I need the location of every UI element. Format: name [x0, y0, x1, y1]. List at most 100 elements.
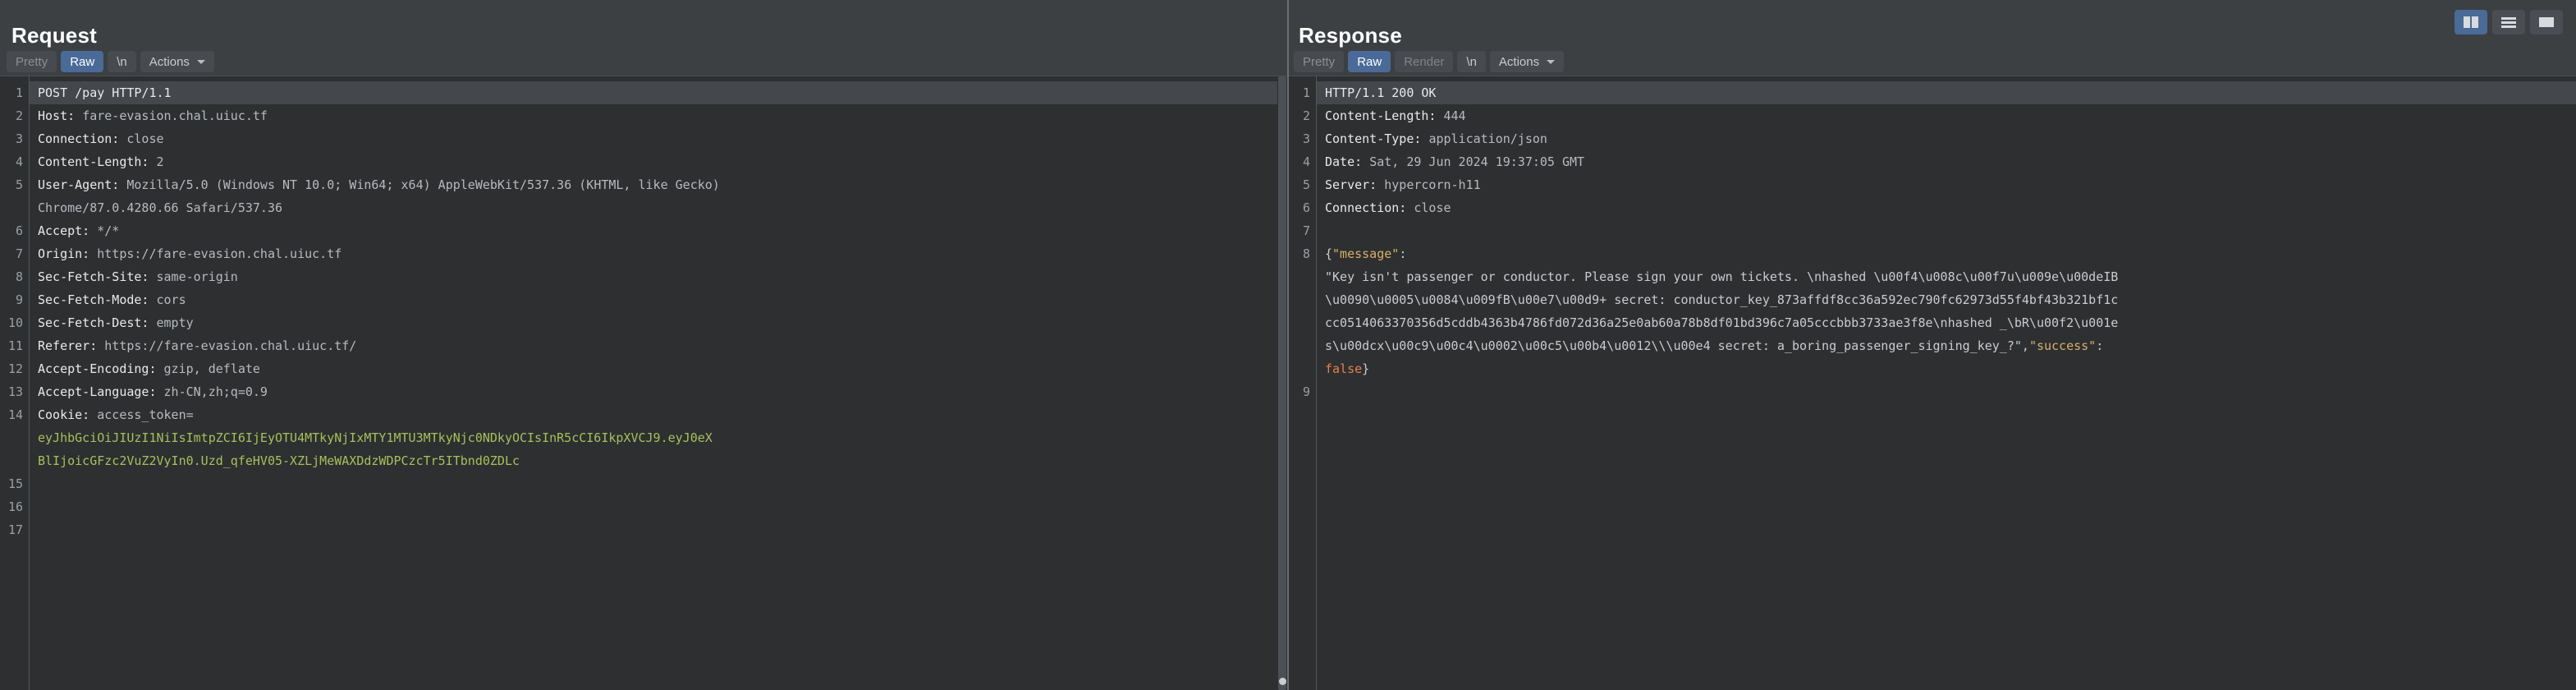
response-tab-raw[interactable]: Raw — [1348, 51, 1391, 72]
code-line[interactable]: eyJhbGciOiJIUzI1NiIsImtpZCI6IjEyOTU4MTky… — [30, 426, 1287, 449]
side-by-side-layout-button[interactable] — [2455, 10, 2487, 34]
code-token: 444 — [1444, 108, 1466, 123]
code-line[interactable]: Sec-Fetch-Mode: cors — [30, 288, 1287, 311]
line-number: 12 — [0, 357, 29, 380]
code-line[interactable]: Server: hypercorn-h11 — [1317, 173, 2576, 196]
code-token: \u0090\u0005\u0084\u009fB\u00e7\u00d9+ s… — [1325, 292, 2118, 307]
code-token: Sec-Fetch-Site: — [38, 269, 157, 284]
code-token: Content-Length: — [38, 154, 157, 169]
code-line[interactable]: Connection: close — [30, 127, 1287, 150]
request-scrollbar-thumb[interactable] — [1278, 76, 1286, 690]
code-line[interactable]: Cookie: access_token= — [30, 403, 1287, 426]
code-token: Chrome/87.0.4280.66 Safari/537.36 — [38, 200, 282, 215]
request-toolbar: Pretty Raw \n Actions — [7, 51, 214, 72]
code-token: Host: — [38, 108, 82, 123]
line-number: 7 — [1287, 219, 1316, 242]
pane-divider[interactable] — [1287, 0, 1289, 690]
code-line[interactable]: false} — [1317, 357, 2576, 380]
request-actions-label: Actions — [149, 55, 190, 69]
line-number: 4 — [0, 150, 29, 173]
stacked-layout-button[interactable] — [2492, 10, 2525, 34]
code-token: Content-Length: — [1325, 108, 1444, 123]
request-editor[interactable]: 12345.67891011121314..151617 POST /pay H… — [0, 76, 1287, 690]
code-line[interactable]: Referer: https://fare-evasion.chal.uiuc.… — [30, 334, 1287, 357]
response-pane: Response Pretty Raw Render \n Actions — [1287, 0, 2576, 690]
code-token: fare-evasion.chal.uiuc.tf — [82, 108, 268, 123]
line-number: . — [0, 426, 29, 449]
code-line[interactable]: Content-Type: application/json — [1317, 127, 2576, 150]
code-line[interactable]: s\u00dcx\u00c9\u00c4\u0002\u00c5\u00b4\u… — [1317, 334, 2576, 357]
code-line[interactable] — [30, 518, 1287, 541]
request-tab-newline[interactable]: \n — [108, 51, 136, 72]
code-token: */* — [97, 223, 119, 238]
line-number: 7 — [0, 242, 29, 265]
request-scrollbar[interactable] — [1277, 76, 1287, 690]
request-actions-button[interactable]: Actions — [140, 51, 214, 72]
code-token: Referer: — [38, 338, 104, 353]
code-line[interactable]: POST /pay HTTP/1.1 — [30, 81, 1287, 104]
line-number: 8 — [1287, 242, 1316, 265]
code-line[interactable]: Host: fare-evasion.chal.uiuc.tf — [30, 104, 1287, 127]
code-line[interactable] — [30, 472, 1287, 495]
code-token: close — [126, 131, 163, 146]
code-token: cors — [157, 292, 186, 307]
code-line[interactable]: Accept-Encoding: gzip, deflate — [30, 357, 1287, 380]
code-line[interactable]: \u0090\u0005\u0084\u009fB\u00e7\u00d9+ s… — [1317, 288, 2576, 311]
code-line[interactable]: Chrome/87.0.4280.66 Safari/537.36 — [30, 196, 1287, 219]
line-number: . — [1287, 265, 1316, 288]
code-line[interactable]: User-Agent: Mozilla/5.0 (Windows NT 10.0… — [30, 173, 1287, 196]
code-line[interactable]: BlIjoicGFzc2VuZ2VyIn0.Uzd_qfeHV05-XZLjMe… — [30, 449, 1287, 472]
code-line[interactable]: Date: Sat, 29 Jun 2024 19:37:05 GMT — [1317, 150, 2576, 173]
code-line[interactable]: Connection: close — [1317, 196, 2576, 219]
response-tab-render[interactable]: Render — [1395, 51, 1453, 72]
line-number: 4 — [1287, 150, 1316, 173]
code-line[interactable]: cc0514063370356d5cddb4363b4786fd072d36a2… — [1317, 311, 2576, 334]
line-number: 5 — [1287, 173, 1316, 196]
layout-toggle-group — [2455, 10, 2563, 34]
code-token: } — [1362, 361, 1369, 376]
line-number: 8 — [0, 265, 29, 288]
code-line[interactable]: Sec-Fetch-Dest: empty — [30, 311, 1287, 334]
request-code[interactable]: POST /pay HTTP/1.1Host: fare-evasion.cha… — [30, 76, 1287, 690]
code-line[interactable]: Origin: https://fare-evasion.chal.uiuc.t… — [30, 242, 1287, 265]
code-line[interactable]: Accept: */* — [30, 219, 1287, 242]
request-title: Request — [11, 23, 97, 48]
code-token: same-origin — [157, 269, 238, 284]
line-number: 2 — [1287, 104, 1316, 127]
code-token: Accept-Encoding: — [38, 361, 164, 376]
line-number: 3 — [1287, 127, 1316, 150]
code-token: cc0514063370356d5cddb4363b4786fd072d36a2… — [1325, 315, 2118, 330]
response-tab-newline[interactable]: \n — [1457, 51, 1486, 72]
code-token: Content-Type: — [1325, 131, 1428, 146]
code-token: { — [1325, 246, 1332, 261]
code-line[interactable]: Content-Length: 444 — [1317, 104, 2576, 127]
code-line[interactable]: Sec-Fetch-Site: same-origin — [30, 265, 1287, 288]
line-number: 9 — [0, 288, 29, 311]
single-pane-layout-button[interactable] — [2530, 10, 2563, 34]
line-number: 2 — [0, 104, 29, 127]
code-line[interactable]: Accept-Language: zh-CN,zh;q=0.9 — [30, 380, 1287, 403]
code-line[interactable]: "Key isn't passenger or conductor. Pleas… — [1317, 265, 2576, 288]
code-line[interactable] — [1317, 219, 2576, 242]
code-line[interactable] — [30, 495, 1287, 518]
code-line[interactable]: {"message": — [1317, 242, 2576, 265]
code-line[interactable]: Content-Length: 2 — [30, 150, 1287, 173]
code-line[interactable] — [1317, 380, 2576, 403]
pane-resize-grip[interactable] — [1279, 678, 1286, 685]
code-token: Cookie: — [38, 407, 97, 422]
request-tab-raw[interactable]: Raw — [61, 51, 103, 72]
response-actions-button[interactable]: Actions — [1490, 51, 1564, 72]
line-number: 3 — [0, 127, 29, 150]
code-token: Server: — [1325, 177, 1384, 192]
code-token: : — [1399, 246, 1406, 261]
response-title: Response — [1299, 23, 1402, 48]
request-tab-pretty[interactable]: Pretty — [7, 51, 57, 72]
code-line[interactable]: HTTP/1.1 200 OK — [1317, 81, 2576, 104]
response-code[interactable]: HTTP/1.1 200 OKContent-Length: 444Conten… — [1317, 76, 2576, 690]
line-number: 16 — [0, 495, 29, 518]
line-number: 1 — [1287, 81, 1316, 104]
response-editor[interactable]: 12345678.....9 HTTP/1.1 200 OKContent-Le… — [1287, 76, 2576, 690]
line-number: 1 — [0, 81, 29, 104]
response-tab-pretty[interactable]: Pretty — [1294, 51, 1344, 72]
code-token: empty — [157, 315, 194, 330]
